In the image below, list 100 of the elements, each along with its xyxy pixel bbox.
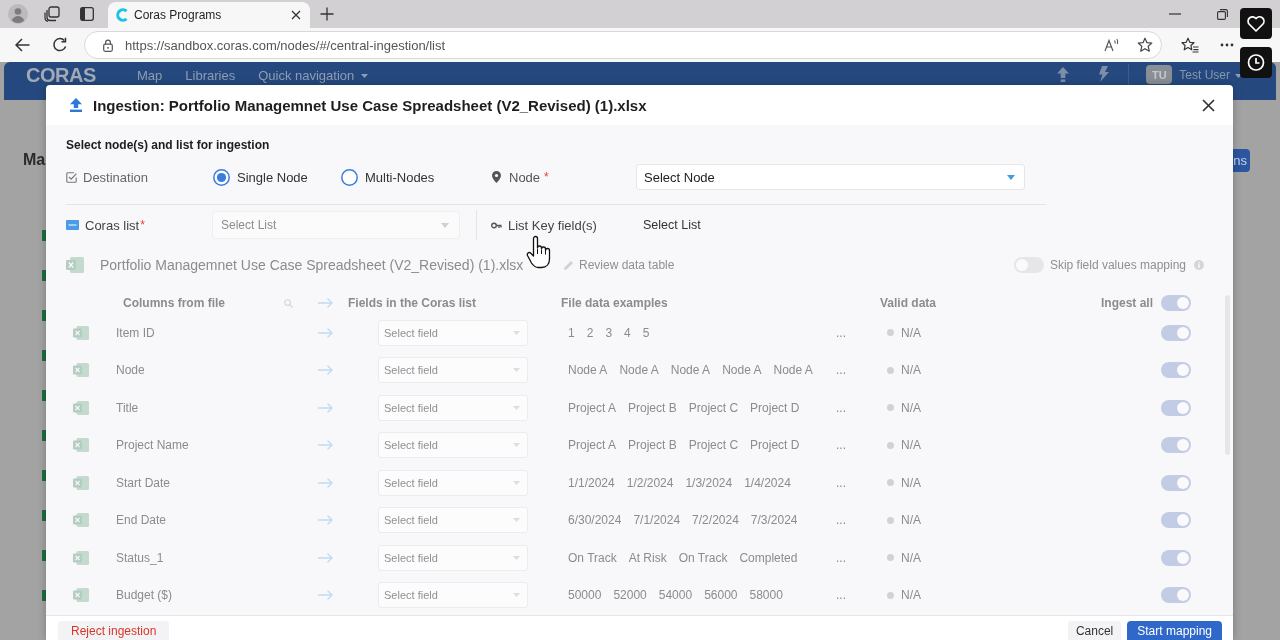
arrow-icon — [318, 365, 333, 376]
caret-icon[interactable] — [1235, 74, 1242, 78]
user-avatar[interactable]: TU — [1146, 65, 1173, 84]
nav-menu-item[interactable]: Quick navigation — [258, 68, 369, 84]
caret-icon — [513, 555, 520, 560]
radio-option[interactable]: Single Node — [213, 168, 308, 186]
required-mark: * — [544, 170, 549, 184]
example-value: Project B — [628, 438, 677, 453]
page-heading: Ma — [23, 151, 46, 169]
user-name[interactable]: Test User — [1179, 68, 1230, 83]
row-marker-icon — [42, 430, 46, 441]
example-value: 1/1/2024 — [568, 475, 615, 490]
row-marker-icon — [42, 510, 46, 521]
plus-icon[interactable] — [320, 7, 334, 21]
row-marker-icon — [42, 590, 46, 601]
example-value: 1/4/2024 — [744, 475, 791, 490]
app-logo[interactable]: CORAS — [26, 65, 96, 85]
column-name: Title — [116, 400, 139, 415]
status-dot-icon — [887, 516, 894, 524]
profile-icon[interactable] — [8, 4, 28, 24]
spreadsheet-icon — [73, 549, 89, 566]
nav-menu-item[interactable]: Map — [137, 68, 163, 84]
section-title: Select node(s) and list for ingestion — [66, 138, 270, 152]
row-marker-icon — [42, 390, 46, 401]
example-value: 52000 — [613, 588, 647, 603]
spreadsheet-icon — [66, 256, 84, 274]
upload-icon[interactable] — [1057, 67, 1070, 82]
restore-icon[interactable] — [1217, 8, 1228, 20]
node-label: Node — [509, 169, 541, 185]
example-value: Project D — [750, 400, 800, 415]
example-value: Node A — [619, 363, 659, 378]
caret-icon — [513, 443, 520, 448]
nav-menu-item[interactable]: Libraries — [185, 68, 236, 84]
column-name: Node — [116, 363, 145, 378]
radio-icon[interactable] — [341, 168, 358, 186]
workspaces-icon[interactable] — [44, 6, 60, 22]
star-icon[interactable] — [1137, 37, 1153, 53]
more-values: ... — [836, 588, 846, 603]
read-aloud-icon[interactable] — [1104, 38, 1120, 52]
valid-data-value: N/A — [901, 513, 921, 528]
column-header: File data examples — [561, 296, 668, 310]
example-value: 5 — [642, 325, 650, 340]
valid-data-value: N/A — [901, 588, 921, 603]
caret-icon — [513, 405, 520, 410]
more-values: ... — [836, 475, 846, 490]
arrow-icon — [318, 515, 333, 526]
valid-data-value: N/A — [901, 438, 921, 453]
lock-icon[interactable] — [103, 38, 113, 52]
start-mapping-button[interactable]: Start mapping — [1127, 621, 1222, 640]
dialog-title: Ingestion: Portfolio Managemnet Use Case Spreadsheet (V2_Revised) (1).xlsx — [93, 96, 647, 114]
column-header: Fields in the Coras list — [348, 296, 477, 310]
list-icon — [66, 220, 79, 230]
example-value: 4 — [624, 325, 631, 340]
destination-label: Destination — [83, 169, 149, 185]
status-dot-icon — [887, 366, 894, 374]
refresh-icon[interactable] — [52, 37, 68, 53]
more-values: ... — [836, 550, 846, 565]
column-name: Item ID — [116, 325, 155, 340]
example-value: 50000 — [568, 588, 602, 603]
status-dot-icon — [887, 554, 894, 562]
example-value: 7/1/2024 — [633, 513, 681, 528]
example-value: 7/2/2024 — [692, 513, 739, 528]
spreadsheet-icon — [73, 474, 89, 491]
valid-data-value: N/A — [901, 400, 921, 415]
reject-ingestion-button[interactable]: Reject ingestion — [58, 621, 170, 640]
back-icon[interactable] — [15, 38, 30, 52]
required-mark: * — [140, 218, 145, 232]
example-value: Node A — [773, 363, 813, 378]
example-value: 7/3/2024 — [750, 513, 798, 528]
caret-icon — [1007, 174, 1015, 180]
example-value: At Risk — [628, 550, 667, 565]
column-header: Valid data — [880, 296, 937, 310]
radio-icon[interactable] — [213, 168, 230, 186]
column-name: End Date — [116, 513, 167, 528]
browser-tab[interactable]: Coras Programs — [108, 2, 310, 28]
node-select[interactable]: Select Node — [636, 164, 1025, 190]
lightning-icon[interactable] — [1098, 66, 1110, 82]
more-icon[interactable] — [1220, 43, 1234, 47]
example-value: 1 — [568, 325, 575, 340]
spreadsheet-icon — [73, 512, 89, 529]
pencil-icon — [563, 259, 574, 271]
more-values: ... — [836, 325, 846, 340]
close-icon[interactable] — [1202, 98, 1215, 112]
caret-icon — [513, 480, 520, 485]
row-marker-icon — [42, 270, 46, 281]
favorites-icon[interactable] — [1181, 37, 1199, 53]
column-header: Columns from file — [123, 296, 225, 310]
close-icon[interactable] — [291, 10, 301, 20]
example-value: Node A — [670, 363, 711, 378]
radio-option[interactable]: Multi-Nodes — [341, 168, 435, 186]
column-name: Budget ($) — [116, 588, 173, 603]
example-value: 6/30/2024 — [568, 513, 622, 528]
cancel-button[interactable]: Cancel — [1067, 621, 1122, 640]
more-values: ... — [836, 400, 846, 415]
example-value: Completed — [739, 550, 798, 565]
example-value: 1/2/2024 — [626, 475, 674, 490]
clock-icon[interactable] — [1240, 47, 1272, 78]
example-value: Project D — [750, 438, 800, 453]
address-bar[interactable]: https://sandbox.coras.com/nodes/#/central-ingestion/list — [84, 31, 1162, 59]
vertical-tabs-icon[interactable] — [80, 7, 94, 21]
